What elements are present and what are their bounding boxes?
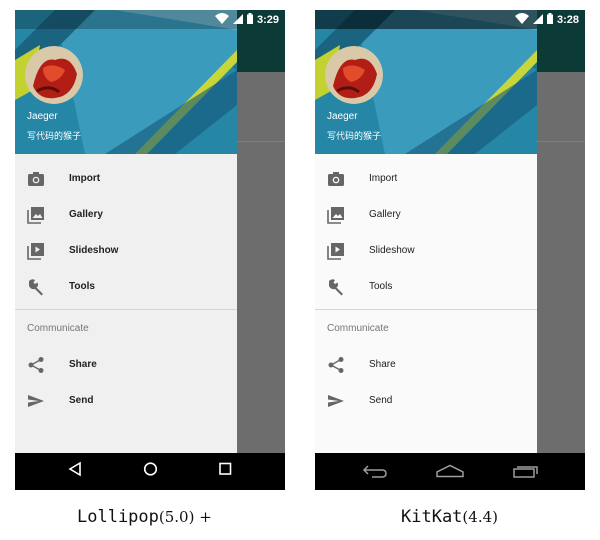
app-divider <box>537 141 585 142</box>
menu-item-label: Send <box>369 395 393 406</box>
wifi-icon <box>214 11 229 29</box>
caption-version: (4.4) <box>462 508 498 526</box>
gallery-icon <box>27 206 45 224</box>
status-bar: 3:28 <box>315 10 585 29</box>
share-icon <box>327 356 345 374</box>
battery-icon <box>546 11 553 29</box>
section-title: Communicate <box>27 323 89 334</box>
recents-button[interactable] <box>513 463 539 484</box>
caption-version: (5.0) + <box>158 508 212 526</box>
slideshow-icon <box>327 242 345 260</box>
menu-item-slideshow[interactable]: Slideshow <box>315 233 537 269</box>
wrench-icon <box>327 278 345 296</box>
menu-item-share[interactable]: Share <box>315 347 537 383</box>
menu-item-tools[interactable]: Tools <box>315 269 537 305</box>
menu-item-slideshow[interactable]: Slideshow <box>15 233 237 269</box>
menu-item-import[interactable]: Import <box>15 161 237 197</box>
menu-item-share[interactable]: Share <box>15 347 237 383</box>
menu-item-gallery[interactable]: Gallery <box>15 197 237 233</box>
slideshow-icon <box>27 242 45 260</box>
wifi-icon <box>514 11 529 29</box>
navigation-bar <box>315 453 585 490</box>
send-icon <box>27 392 45 410</box>
recents-button[interactable] <box>218 461 232 482</box>
menu-item-label: Import <box>69 173 101 184</box>
caption-kitkat: KitKat(4.4) <box>401 507 498 527</box>
menu-item-label: Slideshow <box>69 245 119 256</box>
section-divider <box>15 309 237 310</box>
avatar[interactable] <box>325 46 383 104</box>
gallery-icon <box>327 206 345 224</box>
caption-name: KitKat <box>401 507 463 527</box>
section-title: Communicate <box>327 323 389 334</box>
lollipop-phone: 3:29 Jaeger 写代码的猴子 Import Gallery Slides… <box>15 10 285 490</box>
menu-item-label: Slideshow <box>369 245 415 256</box>
signal-icon <box>532 11 543 29</box>
menu-item-label: Import <box>369 173 398 184</box>
app-divider <box>237 141 285 142</box>
drawer-header: Jaeger 写代码的猴子 <box>315 10 537 154</box>
menu-item-label: Gallery <box>369 209 401 220</box>
status-time: 3:29 <box>256 13 279 26</box>
menu-item-tools[interactable]: Tools <box>15 269 237 305</box>
menu-item-label: Send <box>69 395 94 406</box>
menu-item-label: Share <box>69 359 97 370</box>
camera-icon <box>327 170 345 188</box>
user-subtitle: 写代码的猴子 <box>327 132 382 142</box>
caption-name: Lollipop <box>77 507 159 527</box>
menu-item-send[interactable]: Send <box>15 383 237 419</box>
menu-item-import[interactable]: Import <box>315 161 537 197</box>
drawer-header: Jaeger 写代码的猴子 <box>15 10 237 154</box>
menu-item-gallery[interactable]: Gallery <box>315 197 537 233</box>
wrench-icon <box>27 278 45 296</box>
caption-lollipop: Lollipop(5.0) + <box>77 507 212 527</box>
status-time: 3:28 <box>556 13 579 26</box>
user-name: Jaeger <box>327 111 358 122</box>
battery-icon <box>246 11 253 29</box>
back-button[interactable] <box>362 464 388 483</box>
home-button[interactable] <box>436 464 464 483</box>
send-icon <box>327 392 345 410</box>
status-bar: 3:29 <box>15 10 285 29</box>
menu-item-label: Share <box>369 359 396 370</box>
navigation-drawer: Jaeger 写代码的猴子 Import Gallery Slideshow T… <box>315 10 537 453</box>
menu-item-label: Tools <box>369 281 393 292</box>
menu-item-label: Gallery <box>69 209 103 220</box>
signal-icon <box>232 11 243 29</box>
camera-icon <box>27 170 45 188</box>
share-icon <box>27 356 45 374</box>
menu-item-send[interactable]: Send <box>315 383 537 419</box>
menu-item-label: Tools <box>69 281 95 292</box>
user-name: Jaeger <box>27 111 58 122</box>
user-subtitle: 写代码的猴子 <box>27 132 82 142</box>
home-button[interactable] <box>143 461 158 482</box>
kitkat-phone: 3:28 Jaeger 写代码的猴子 Import Gallery Slides… <box>315 10 585 490</box>
section-divider <box>315 309 537 310</box>
avatar[interactable] <box>25 46 83 104</box>
navigation-drawer: Jaeger 写代码的猴子 Import Gallery Slideshow T… <box>15 10 237 453</box>
back-button[interactable] <box>68 461 82 482</box>
navigation-bar <box>15 453 285 490</box>
